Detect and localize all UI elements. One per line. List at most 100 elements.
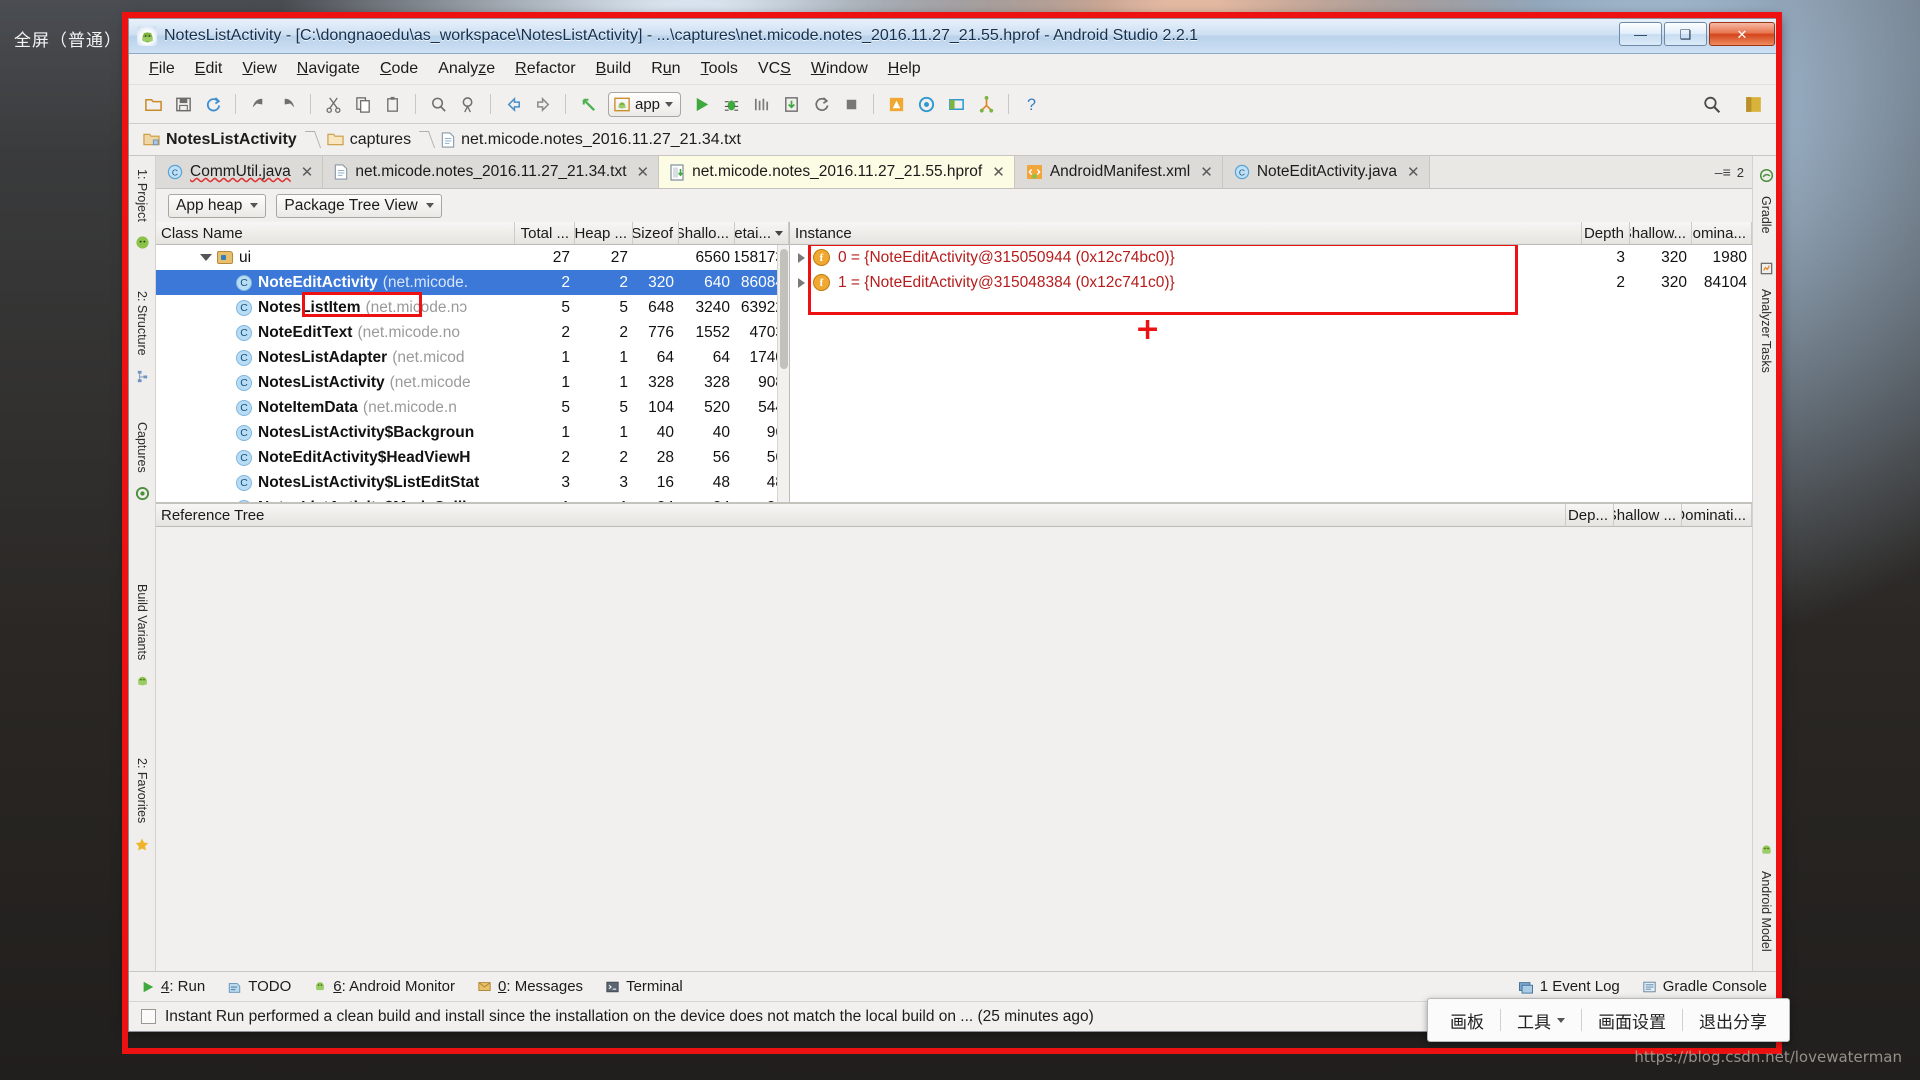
share-bar-item-1[interactable]: 工具 bbox=[1501, 1008, 1581, 1033]
editor-tab-4[interactable]: C NoteEditActivity.java ✕ bbox=[1222, 156, 1430, 188]
heap-selector[interactable]: App heap bbox=[168, 193, 267, 218]
table-row[interactable]: C NotesListItem (net.micode.nɔ 5 5 648 3240 639… bbox=[156, 295, 789, 320]
search-everywhere-icon[interactable] bbox=[1697, 90, 1725, 118]
cut-icon[interactable] bbox=[319, 90, 347, 118]
class-table-scrollbar[interactable] bbox=[777, 245, 789, 502]
forward-icon[interactable] bbox=[274, 90, 302, 118]
share-bar-item-3[interactable]: 退出分享 bbox=[1683, 1008, 1783, 1033]
run-coverage-icon[interactable] bbox=[747, 90, 775, 118]
menu-item-file[interactable]: File bbox=[141, 57, 183, 81]
tool-window-terminal[interactable]: Terminal bbox=[605, 978, 683, 995]
sidebar-item-android-model[interactable]: Android Model bbox=[1757, 864, 1775, 959]
sidebar-item-captures[interactable]: Captures bbox=[133, 415, 151, 480]
menu-item-edit[interactable]: Edit bbox=[187, 57, 231, 81]
captures-icon[interactable] bbox=[135, 480, 150, 507]
attach-debugger-icon[interactable] bbox=[777, 90, 805, 118]
class-table-body[interactable]: ui 27 27 6560 158173 C NoteEditActivity (net.mi… bbox=[156, 245, 789, 502]
column-header-ref[interactable]: Reference Tree bbox=[156, 504, 1566, 526]
minimize-button[interactable]: — bbox=[1619, 22, 1662, 46]
table-row[interactable]: C NoteEditActivity$HeadViewH 2 2 28 56 56 bbox=[156, 445, 789, 470]
project-icon[interactable] bbox=[135, 229, 150, 256]
table-row[interactable]: f 1 = {NoteEditActivity@315048384 (0x12c7… bbox=[790, 270, 1752, 295]
menu-item-window[interactable]: Window bbox=[803, 57, 876, 81]
breadcrumb-item-1[interactable]: captures bbox=[327, 131, 411, 149]
close-icon[interactable]: ✕ bbox=[1404, 163, 1420, 181]
tool-window-0-messages[interactable]: 0: Messages bbox=[477, 978, 583, 995]
menu-item-navigate[interactable]: Navigate bbox=[289, 57, 368, 81]
navigate-back-icon[interactable] bbox=[499, 90, 527, 118]
replace-icon[interactable] bbox=[454, 90, 482, 118]
expand-triangle-icon[interactable] bbox=[798, 252, 805, 263]
paste-icon[interactable] bbox=[379, 90, 407, 118]
table-row[interactable]: C NoteItemData (net.micode.n 5 5 104 520 544 bbox=[156, 395, 789, 420]
tool-window-4-run[interactable]: 4: Run bbox=[141, 978, 205, 995]
back-icon[interactable] bbox=[244, 90, 272, 118]
sync-project-icon[interactable] bbox=[199, 90, 227, 118]
column-header-heap[interactable]: Heap ... bbox=[575, 222, 633, 244]
column-header-sizeof[interactable]: Sizeof bbox=[633, 222, 679, 244]
column-header-depth[interactable]: Depth bbox=[1582, 222, 1630, 244]
run-icon[interactable] bbox=[687, 90, 715, 118]
tool-window-todo[interactable]: TODO bbox=[227, 978, 291, 995]
column-header-dominating[interactable]: Domina... bbox=[1692, 222, 1752, 244]
expand-triangle-icon[interactable] bbox=[200, 254, 212, 261]
menu-item-tools[interactable]: Tools bbox=[693, 57, 746, 81]
table-row[interactable]: C NotesListActivity (net.micode 1 1 328 328 908 bbox=[156, 370, 789, 395]
chevron-down-icon[interactable] bbox=[665, 101, 674, 107]
column-header-dominating[interactable]: Dominati... bbox=[1682, 504, 1752, 526]
column-header-name[interactable]: Class Name bbox=[156, 222, 515, 244]
menu-item-view[interactable]: View bbox=[234, 57, 284, 81]
avd-manager-icon[interactable] bbox=[882, 90, 910, 118]
close-icon[interactable]: ✕ bbox=[1197, 163, 1213, 181]
share-bar-item-2[interactable]: 画面设置 bbox=[1582, 1008, 1682, 1033]
favorites-star-icon[interactable] bbox=[134, 831, 150, 859]
tab-list-icon[interactable]: ‒≡ bbox=[1715, 164, 1731, 180]
editor-tab-2[interactable]: net.micode.notes_2016.11.27_21.55.hprof ✕ bbox=[659, 156, 1015, 188]
menu-item-help[interactable]: Help bbox=[880, 57, 929, 81]
open-project-icon[interactable] bbox=[139, 90, 167, 118]
column-header-depth[interactable]: Dep... bbox=[1566, 504, 1614, 526]
instance-table-body[interactable]: f 0 = {NoteEditActivity@315050944 (0x12c7… bbox=[790, 245, 1752, 502]
maximize-button[interactable]: ❑ bbox=[1664, 22, 1707, 46]
stop-icon[interactable] bbox=[837, 90, 865, 118]
table-row[interactable]: ui 27 27 6560 158173 bbox=[156, 245, 789, 270]
reference-tree-body[interactable] bbox=[156, 527, 1752, 971]
sidebar-item-analyzer-tasks[interactable]: Analyzer Tasks bbox=[1757, 282, 1775, 380]
column-header-instance[interactable]: Instance bbox=[790, 222, 1582, 244]
sidebar-item-project[interactable]: 1: Project bbox=[133, 162, 151, 229]
copy-icon[interactable] bbox=[349, 90, 377, 118]
rerun-icon[interactable] bbox=[807, 90, 835, 118]
layout-inspector-icon[interactable] bbox=[942, 90, 970, 118]
sidebar-item-favorites[interactable]: 2: Favorites bbox=[133, 751, 151, 830]
tool-window-1-event-log[interactable]: 1 Event Log bbox=[1518, 978, 1620, 995]
table-row[interactable]: C NotesListActivity$Backgroun 1 1 40 40 96 bbox=[156, 420, 789, 445]
expand-triangle-icon[interactable] bbox=[798, 277, 805, 288]
column-header-shallow[interactable]: Shallow ... bbox=[1614, 504, 1682, 526]
debug-icon[interactable] bbox=[717, 90, 745, 118]
navigate-forward-icon[interactable] bbox=[529, 90, 557, 118]
save-all-icon[interactable] bbox=[169, 90, 197, 118]
tool-window-6-android-monitor[interactable]: 6: Android Monitor bbox=[313, 978, 455, 995]
view-selector[interactable]: Package Tree View bbox=[276, 193, 442, 218]
table-row[interactable]: C NotesListActivity$ListEditStat 3 3 16 48 48 bbox=[156, 470, 789, 495]
close-icon[interactable]: ✕ bbox=[634, 163, 650, 181]
column-header-total[interactable]: Total ... bbox=[515, 222, 575, 244]
android-icon[interactable] bbox=[135, 667, 150, 695]
editor-tab-3[interactable]: AndroidManifest.xml ✕ bbox=[1014, 156, 1223, 188]
sidebar-item-structure[interactable]: 2: Structure bbox=[133, 284, 151, 363]
menu-item-run[interactable]: Run bbox=[643, 57, 688, 81]
structure-icon[interactable] bbox=[135, 362, 150, 389]
sidebar-item-build-variants[interactable]: Build Variants bbox=[133, 577, 151, 667]
table-row[interactable]: C NotesListAdapter (net.micod 1 1 64 64 1740 bbox=[156, 345, 789, 370]
close-icon[interactable]: ✕ bbox=[298, 163, 314, 181]
profiler-icon[interactable] bbox=[972, 90, 1000, 118]
menu-item-refactor[interactable]: Refactor bbox=[507, 57, 583, 81]
tool-window-gradle-console[interactable]: Gradle Console bbox=[1642, 978, 1767, 995]
table-row[interactable]: C NoteEditActivity (net.micode. 2 2 320 640 860… bbox=[156, 270, 789, 295]
undo-arrow-icon[interactable] bbox=[574, 90, 602, 118]
help-icon[interactable]: ? bbox=[1017, 90, 1045, 118]
close-icon[interactable]: ✕ bbox=[989, 163, 1005, 181]
column-header-retained[interactable]: Retai... bbox=[735, 222, 789, 244]
android-model-icon[interactable] bbox=[1759, 836, 1774, 864]
sidebar-item-gradle[interactable]: Gradle bbox=[1757, 189, 1775, 241]
